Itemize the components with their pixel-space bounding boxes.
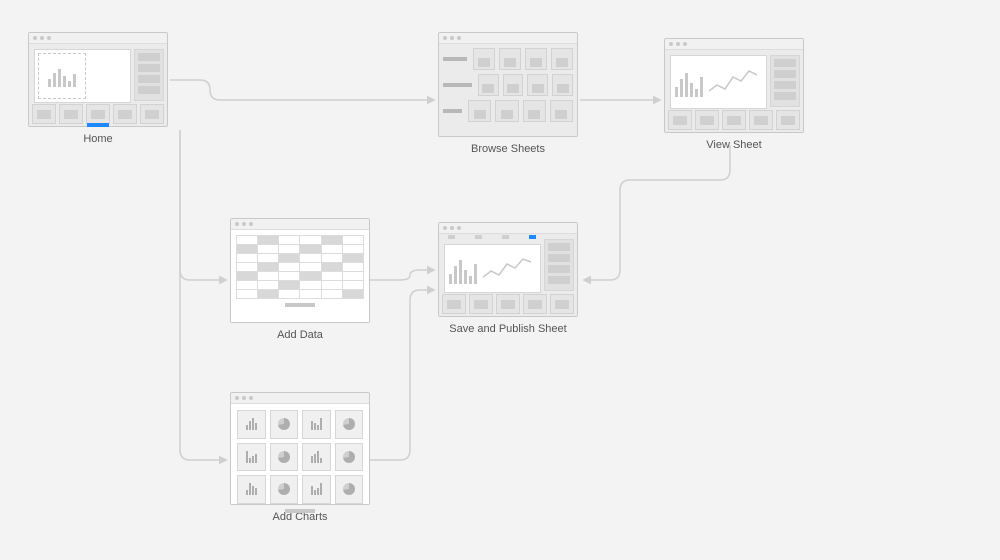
view-window [664,38,804,133]
edge-addcharts-save [370,290,434,460]
node-label: Add Charts [230,511,370,523]
bars-icon [449,254,477,284]
save-window [438,222,578,317]
edge-view-save [584,145,730,280]
edge-home-browse [170,80,434,100]
edge-home-addcharts [180,130,226,460]
browse-window [438,32,578,137]
edge-home-adddata [180,130,226,280]
side-panel [134,49,164,101]
adddata-window [230,218,370,323]
node-view-sheet[interactable]: View Sheet [664,38,804,151]
node-browse-sheets[interactable]: Browse Sheets [438,32,578,155]
chart-type-grid [237,410,363,504]
chart-tile-pie [270,410,299,439]
window-titlebar [231,219,369,230]
chart-tile-bars [237,443,266,472]
node-label: Browse Sheets [438,143,578,155]
window-titlebar [231,393,369,404]
chart-tile-pie [270,443,299,472]
thumbnail-strip [442,294,574,314]
chart-placeholder [38,53,86,99]
node-label: View Sheet [664,139,804,151]
scrollbar [285,303,315,307]
toolbar [444,233,540,243]
chart-tile-bars [302,410,331,439]
line-chart-icon [483,255,531,283]
chart-tile-pie [335,475,364,504]
window-titlebar [665,39,803,50]
window-titlebar [439,33,577,44]
edge-adddata-save [370,270,434,280]
active-tab-indicator [529,235,536,239]
thumbnail-strip [668,110,800,130]
bars-icon [675,67,703,97]
home-window [28,32,168,127]
node-home[interactable]: Home [28,32,168,145]
active-indicator [87,123,109,127]
spreadsheet-grid [236,235,364,299]
thumbnail-strip [32,104,164,124]
line-chart-icon [709,67,757,97]
view-canvas [670,55,767,109]
chart-tile-pie [270,475,299,504]
scrollbar [285,509,315,513]
node-label: Home [28,133,168,145]
side-panel [544,239,574,291]
addcharts-window [230,392,370,505]
home-canvas [34,49,131,103]
chart-tile-pie [335,410,364,439]
chart-tile-bars [302,475,331,504]
node-label: Add Data [230,329,370,341]
node-add-data[interactable]: Add Data [230,218,370,341]
chart-tile-bars [237,410,266,439]
chart-tile-bars [237,475,266,504]
chart-tile-bars [302,443,331,472]
window-titlebar [29,33,167,44]
save-canvas [444,244,541,293]
side-panel [770,55,800,107]
chart-tile-pie [335,443,364,472]
node-save-publish[interactable]: Save and Publish Sheet [438,222,578,335]
node-add-charts[interactable]: Add Charts [230,392,370,523]
node-label: Save and Publish Sheet [438,323,578,335]
bars-icon [48,65,76,87]
